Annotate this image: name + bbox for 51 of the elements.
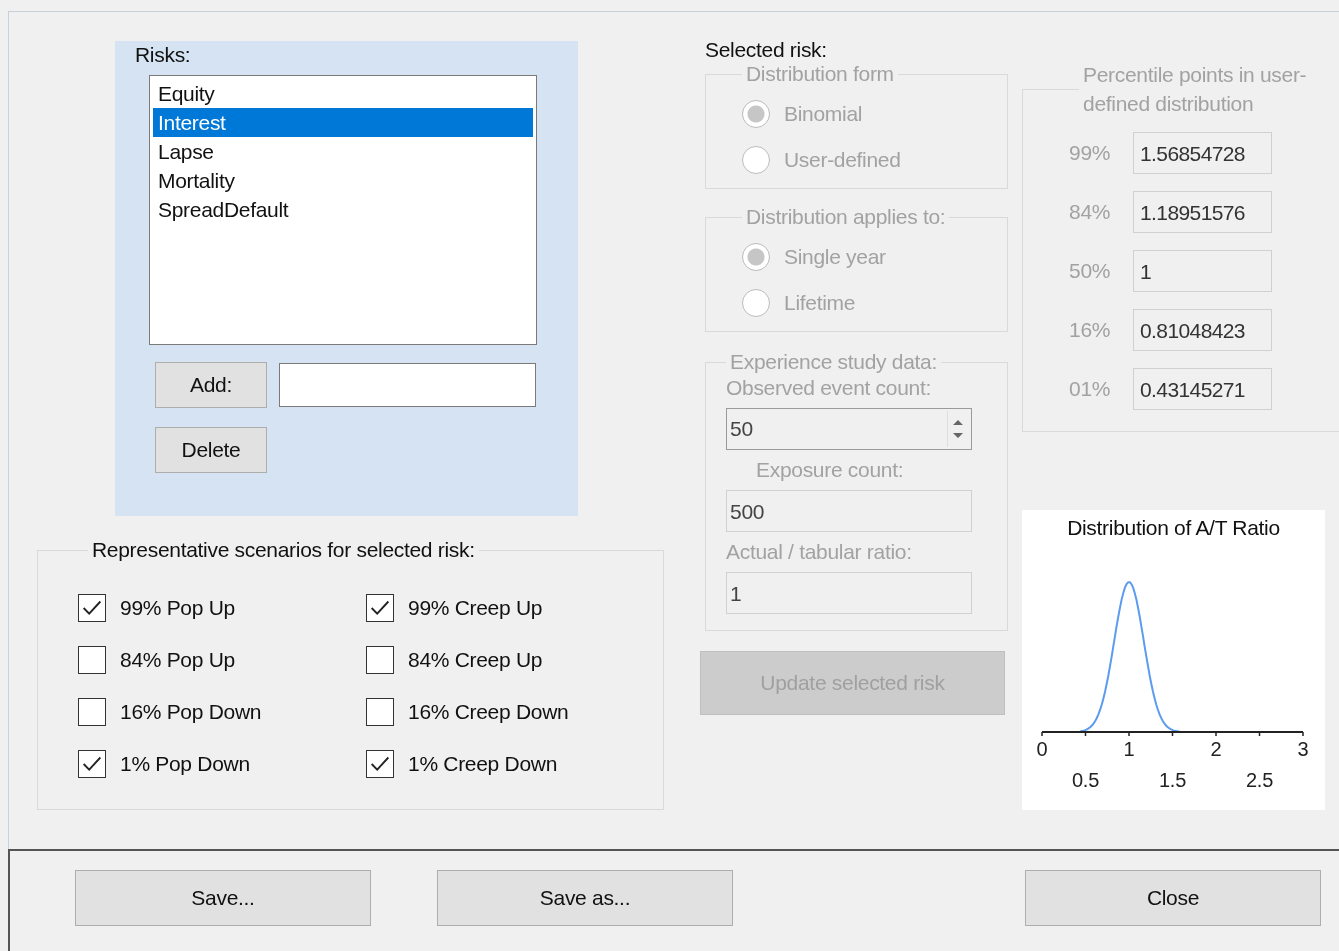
footer-button[interactable]: Close [1025, 870, 1321, 926]
tick-label: 0.5 [1072, 769, 1099, 791]
field-label: Exposure count: [756, 458, 904, 482]
selected-risk-title: Selected risk: [705, 38, 828, 62]
list-item[interactable]: Equity [153, 79, 533, 108]
group-title: Experience study data: [729, 350, 939, 374]
delete-button[interactable]: Delete [155, 427, 267, 473]
tick-label: 2.5 [1246, 769, 1273, 791]
tick-label: 0 [1036, 738, 1048, 760]
group-title: Percentile points in user-defined distribution [1082, 62, 1308, 117]
footer-button[interactable]: Save... [75, 870, 371, 926]
scenario-checkbox[interactable]: 1% Creep Down [366, 750, 626, 778]
list-item[interactable]: Lapse [153, 137, 533, 166]
percentile-label: 50% [1069, 259, 1112, 283]
checkbox[interactable] [78, 594, 106, 622]
group-title: Representative scenarios for selected risk: [91, 538, 476, 562]
checkbox[interactable] [366, 698, 394, 726]
list-item[interactable]: Interest [153, 108, 533, 137]
list-item[interactable]: Mortality [153, 166, 533, 195]
scenario-checkbox[interactable]: 99% Creep Up [366, 594, 626, 622]
group-title: Distribution applies to: [745, 205, 947, 229]
percentile-label: 84% [1069, 200, 1112, 224]
percentile-label: 99% [1069, 141, 1112, 165]
add-button[interactable]: Add: [155, 362, 267, 408]
percentile-label: 01% [1069, 377, 1112, 401]
checkbox[interactable] [78, 750, 106, 778]
tick-label: 1 [1123, 738, 1135, 760]
add-input-field[interactable] [279, 363, 536, 407]
scenario-checkbox[interactable]: 84% Pop Up [78, 646, 366, 674]
tick-label: 3 [1297, 738, 1309, 760]
percentile-label: 16% [1069, 318, 1112, 342]
scenario-checkbox[interactable]: 1% Pop Down [78, 750, 366, 778]
scenario-checkbox[interactable]: 16% Pop Down [78, 698, 366, 726]
checkbox[interactable] [78, 698, 106, 726]
chart-title: Distribution of A/T Ratio [1067, 516, 1280, 540]
checkbox[interactable] [366, 750, 394, 778]
scenario-checkbox[interactable]: 99% Pop Up [78, 594, 366, 622]
checkbox[interactable] [366, 594, 394, 622]
field-label: Observed event count: [726, 376, 931, 400]
scenario-checkbox[interactable]: 84% Creep Up [366, 646, 626, 674]
risks-listbox[interactable]: Equity Interest Lapse Mortality SpreadDefault [149, 75, 537, 345]
tick-label: 2 [1210, 738, 1222, 760]
risks-label: Risks: [135, 43, 191, 67]
group-title: Distribution form [745, 62, 895, 86]
field-label: Actual / tabular ratio: [726, 540, 912, 564]
scenario-checkbox[interactable]: 16% Creep Down [366, 698, 626, 726]
checkbox[interactable] [78, 646, 106, 674]
tick-label: 1.5 [1159, 769, 1186, 791]
footer-button[interactable]: Save as... [437, 870, 733, 926]
checkbox[interactable] [366, 646, 394, 674]
list-item[interactable]: SpreadDefault [153, 195, 533, 224]
